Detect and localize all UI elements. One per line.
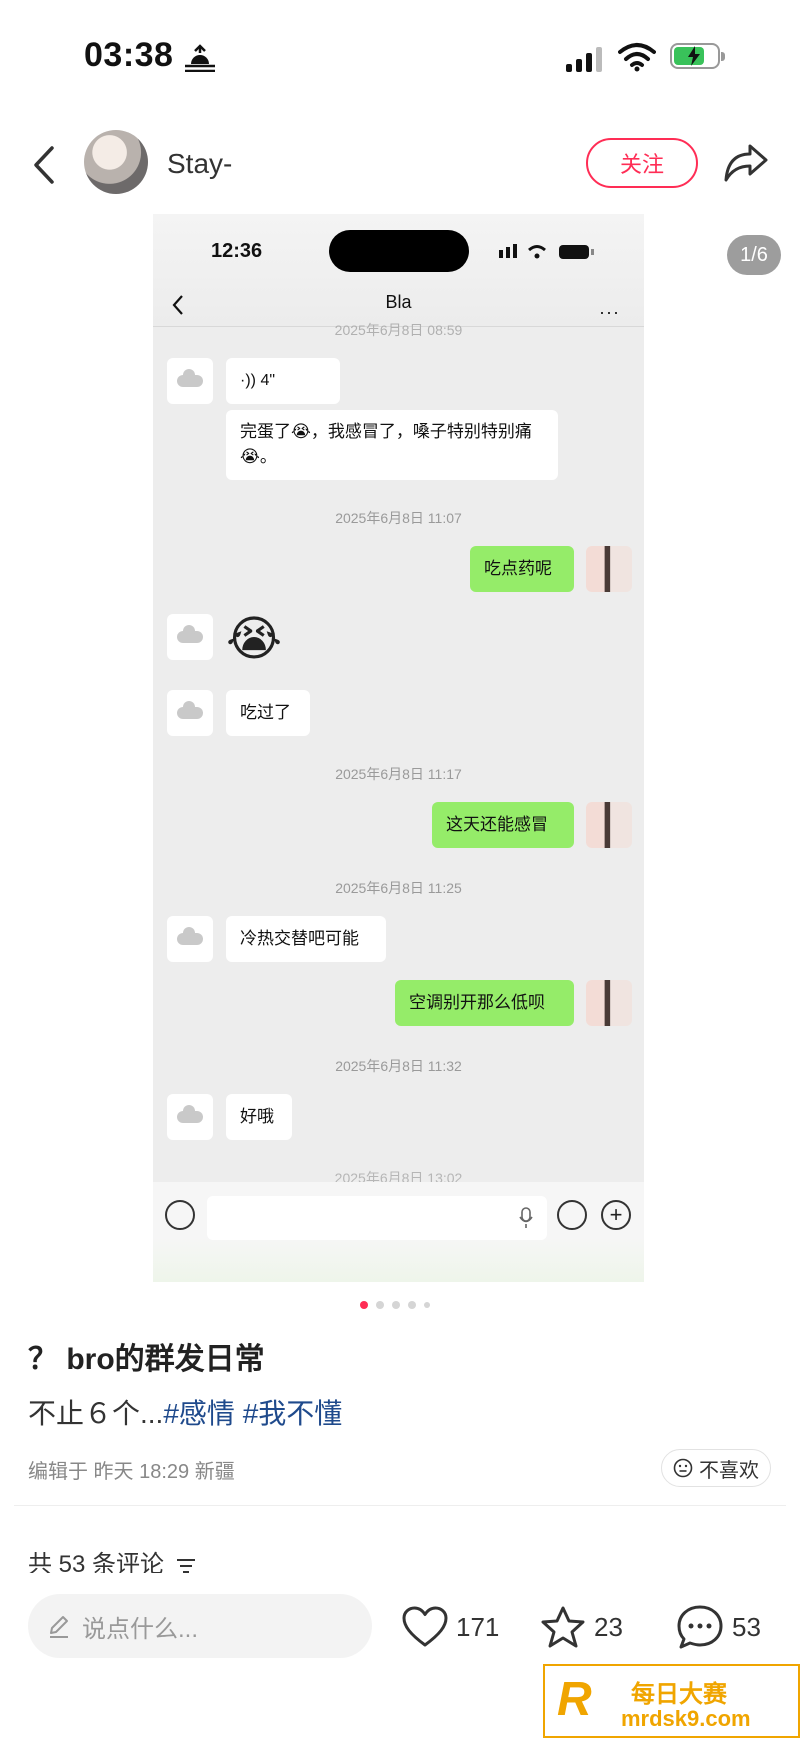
dislike-label: 不喜欢 [699,1459,759,1482]
screenshot-status-icons [499,244,594,259]
author-avatar[interactable] [84,130,148,194]
watermark-logo: R 每日大赛 mrdsk9.com [543,1664,800,1738]
chat-message-received: 完蛋了😭，我感冒了，嗓子特别特别痛😭。 [226,410,558,480]
chat-message-sent: 吃点药呢 [470,546,574,592]
contact-avatar [167,916,213,962]
comment-input[interactable]: 说点什么... [28,1594,372,1658]
chat-timestamp: 2025年6月8日 11:32 [335,1058,462,1074]
chat-message-received: 好哦 [226,1094,292,1140]
carousel-dot [408,1301,416,1309]
favorite-button[interactable]: 23 [540,1602,623,1652]
heart-icon [402,1606,448,1647]
user-avatar [586,802,632,848]
voice-length: 4" [260,372,276,389]
author-name[interactable]: Stay- [167,148,232,180]
battery-icon [670,43,725,69]
contact-avatar [167,358,213,404]
like-button[interactable]: 171 [402,1602,499,1652]
comment-button[interactable]: 53 [676,1602,761,1652]
contact-avatar [167,690,213,736]
comment-count-badge: 53 [732,1611,761,1642]
like-count: 171 [456,1611,500,1642]
screenshot-time: 12:36 [211,240,263,262]
chat-timestamp: 2025年6月8日 11:07 [335,510,462,526]
favorite-count: 23 [594,1611,623,1642]
mic-icon [519,1207,533,1228]
carousel-dots [360,1301,430,1309]
chat-message-received: 吃过了 [226,690,310,736]
chat-message-sent: 这天还能感冒 [432,802,574,848]
voice-toggle-icon [165,1200,195,1230]
chat-input-field [207,1196,547,1240]
pencil-icon [50,1616,68,1638]
dynamic-island [329,230,469,272]
post-text: 不止６个... [28,1398,164,1429]
follow-button[interactable]: 关注 [586,138,698,188]
status-time: 03:38 [84,36,174,74]
chat-bubble-icon [677,1605,723,1649]
voice-message: ·)) 4" [226,358,340,404]
hashtag[interactable]: #感情 [163,1398,235,1429]
voice-icon: ·)) [240,372,261,389]
user-avatar [586,980,632,1026]
chat-input-bar: + [153,1182,644,1282]
comment-placeholder: 说点什么... [82,1615,199,1643]
chat-message-received: 冷热交替吧可能 [226,916,386,962]
sunrise-icon [185,44,215,72]
hashtag[interactable]: #我不懂 [243,1398,343,1429]
plus-icon: + [601,1200,631,1230]
sort-icon[interactable] [175,1557,197,1575]
post-title: ？ bro的群发日常 [28,1343,265,1376]
chat-timestamp: 2025年6月8日 08:59 [334,322,463,338]
neutral-face-icon [673,1458,693,1478]
wifi-icon [618,43,656,72]
chat-title: Bla [385,292,412,312]
post-meta: 编辑于 昨天 18:29 新疆 [28,1461,235,1483]
star-icon [541,1606,585,1648]
crying-emoji: 😭 [226,613,283,666]
carousel-dot-active [360,1301,368,1309]
chat-timestamp: 2025年6月8日 11:25 [335,880,462,896]
chat-message-sent: 空调别开那么低呗 [395,980,574,1026]
carousel-dot [392,1301,400,1309]
carousel-dot [376,1301,384,1309]
post-image[interactable]: 12:36 Bla ··· 2025年6月8日 08:59 ·)) 4" 完蛋了… [153,214,644,1282]
carousel-dot [424,1302,430,1308]
contact-avatar [167,1094,213,1140]
emoji-icon [557,1200,587,1230]
back-button[interactable] [28,140,64,190]
signal-icon [566,46,602,72]
post-body: 不止６个...#感情 #我不懂 [28,1392,342,1432]
contact-avatar [167,614,213,660]
watermark-r-icon: R [557,1673,592,1726]
share-button[interactable] [722,140,770,186]
image-page-indicator: 1/6 [727,235,781,275]
watermark-title: 每日大赛 [631,1681,727,1708]
chat-timestamp: 2025年6月8日 11:17 [335,766,462,782]
divider [14,1505,786,1506]
user-avatar [586,546,632,592]
dislike-button[interactable]: 不喜欢 [661,1449,771,1487]
watermark-url: mrdsk9.com [621,1706,751,1731]
